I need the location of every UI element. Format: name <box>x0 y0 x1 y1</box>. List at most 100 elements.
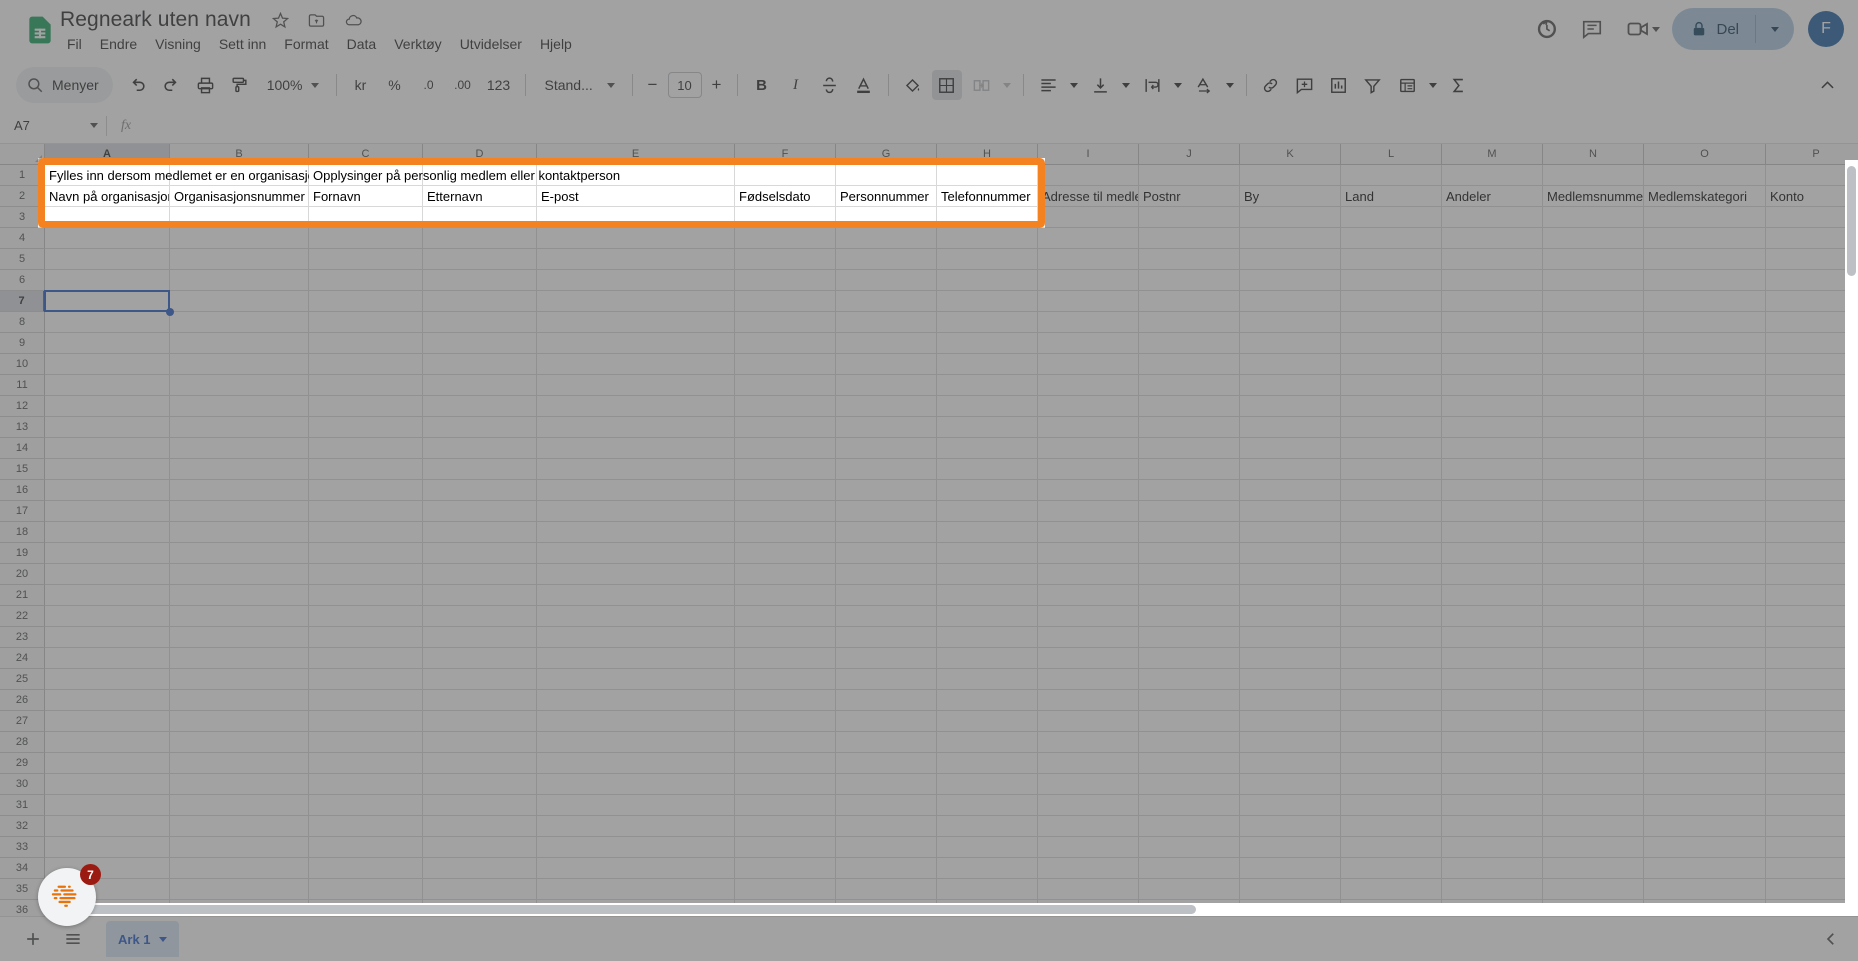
cell-B10[interactable] <box>170 354 309 375</box>
cell-O24[interactable] <box>1644 648 1766 669</box>
cell-F8[interactable] <box>735 312 836 333</box>
menu-item-hjelp[interactable]: Hjelp <box>531 32 581 56</box>
cell-G26[interactable] <box>836 690 937 711</box>
row-header-15[interactable]: 15 <box>0 459 45 480</box>
cell-J25[interactable] <box>1139 669 1240 690</box>
cell-H19[interactable] <box>937 543 1038 564</box>
cell-E11[interactable] <box>537 375 735 396</box>
cell-J1[interactable] <box>1139 165 1240 186</box>
cell-I30[interactable] <box>1038 774 1139 795</box>
cell-M32[interactable] <box>1442 816 1543 837</box>
font-size-input[interactable]: 10 <box>667 72 702 98</box>
cell-G30[interactable] <box>836 774 937 795</box>
cell-F11[interactable] <box>735 375 836 396</box>
cell-J15[interactable] <box>1139 459 1240 480</box>
cell-C16[interactable] <box>309 480 423 501</box>
cell-H26[interactable] <box>937 690 1038 711</box>
cell-H33[interactable] <box>937 837 1038 858</box>
cell-K19[interactable] <box>1240 543 1341 564</box>
cell-I4[interactable] <box>1038 228 1139 249</box>
cell-E4[interactable] <box>537 228 735 249</box>
cell-C30[interactable] <box>309 774 423 795</box>
row-header-6[interactable]: 6 <box>0 270 45 291</box>
cell-H29[interactable] <box>937 753 1038 774</box>
cell-O33[interactable] <box>1644 837 1766 858</box>
cell-M7[interactable] <box>1442 291 1543 312</box>
cell-E22[interactable] <box>537 606 735 627</box>
cell-H7[interactable] <box>937 291 1038 312</box>
vertical-scrollbar-thumb[interactable] <box>1847 166 1856 276</box>
cell-L16[interactable] <box>1341 480 1442 501</box>
cell-H25[interactable] <box>937 669 1038 690</box>
cell-A20[interactable] <box>45 564 170 585</box>
cell-M8[interactable] <box>1442 312 1543 333</box>
cell-E7[interactable] <box>537 291 735 312</box>
assistant-widget[interactable]: 7 <box>38 864 101 926</box>
cell-K7[interactable] <box>1240 291 1341 312</box>
cell-H12[interactable] <box>937 396 1038 417</box>
increase-font-size-button[interactable]: + <box>706 72 728 98</box>
cell-H30[interactable] <box>937 774 1038 795</box>
cell-D4[interactable] <box>423 228 537 249</box>
cell-C11[interactable] <box>309 375 423 396</box>
cell-O32[interactable] <box>1644 816 1766 837</box>
menu-item-format[interactable]: Format <box>275 32 337 56</box>
insert-comment-button[interactable] <box>1290 70 1320 100</box>
cell-F15[interactable] <box>735 459 836 480</box>
decrease-decimal-button[interactable]: .0 <box>414 70 444 100</box>
cell-N16[interactable] <box>1543 480 1644 501</box>
cell-J28[interactable] <box>1139 732 1240 753</box>
cell-L15[interactable] <box>1341 459 1442 480</box>
cell-E28[interactable] <box>537 732 735 753</box>
cell-N5[interactable] <box>1543 249 1644 270</box>
cell-C20[interactable] <box>309 564 423 585</box>
cell-K4[interactable] <box>1240 228 1341 249</box>
cell-C3[interactable] <box>309 207 423 228</box>
cell-H35[interactable] <box>937 879 1038 900</box>
cell-D33[interactable] <box>423 837 537 858</box>
cell-L1[interactable] <box>1341 165 1442 186</box>
cell-I18[interactable] <box>1038 522 1139 543</box>
font-family-selector[interactable]: Stand... <box>537 70 621 100</box>
cell-I14[interactable] <box>1038 438 1139 459</box>
cell-A16[interactable] <box>45 480 170 501</box>
cell-N13[interactable] <box>1543 417 1644 438</box>
cell-A17[interactable] <box>45 501 170 522</box>
cell-D12[interactable] <box>423 396 537 417</box>
cell-I8[interactable] <box>1038 312 1139 333</box>
currency-format-button[interactable]: kr <box>346 70 376 100</box>
cell-M13[interactable] <box>1442 417 1543 438</box>
cell-D27[interactable] <box>423 711 537 732</box>
cell-B33[interactable] <box>170 837 309 858</box>
cell-L26[interactable] <box>1341 690 1442 711</box>
cell-N14[interactable] <box>1543 438 1644 459</box>
cell-K17[interactable] <box>1240 501 1341 522</box>
cell-G25[interactable] <box>836 669 937 690</box>
column-header-l[interactable]: L <box>1341 144 1442 165</box>
cell-C7[interactable] <box>309 291 423 312</box>
cell-G19[interactable] <box>836 543 937 564</box>
cell-B20[interactable] <box>170 564 309 585</box>
cell-N6[interactable] <box>1543 270 1644 291</box>
cell-J21[interactable] <box>1139 585 1240 606</box>
cell-C29[interactable] <box>309 753 423 774</box>
menu-item-visning[interactable]: Visning <box>146 32 210 56</box>
cell-J30[interactable] <box>1139 774 1240 795</box>
cell-A23[interactable] <box>45 627 170 648</box>
row-header-24[interactable]: 24 <box>0 648 45 669</box>
row-header-25[interactable]: 25 <box>0 669 45 690</box>
cell-C26[interactable] <box>309 690 423 711</box>
cell-C10[interactable] <box>309 354 423 375</box>
horizontal-scrollbar-thumb[interactable] <box>61 905 1196 914</box>
cell-M23[interactable] <box>1442 627 1543 648</box>
cloud-saved-icon[interactable] <box>340 7 366 33</box>
cell-K5[interactable] <box>1240 249 1341 270</box>
cell-A1[interactable]: Fylles inn dersom medlemet er en organis… <box>45 165 322 186</box>
cell-E3[interactable] <box>537 207 735 228</box>
cell-N19[interactable] <box>1543 543 1644 564</box>
horizontal-align-dropdown[interactable] <box>1066 70 1082 100</box>
cell-D9[interactable] <box>423 333 537 354</box>
cell-K15[interactable] <box>1240 459 1341 480</box>
cell-E20[interactable] <box>537 564 735 585</box>
cell-D17[interactable] <box>423 501 537 522</box>
